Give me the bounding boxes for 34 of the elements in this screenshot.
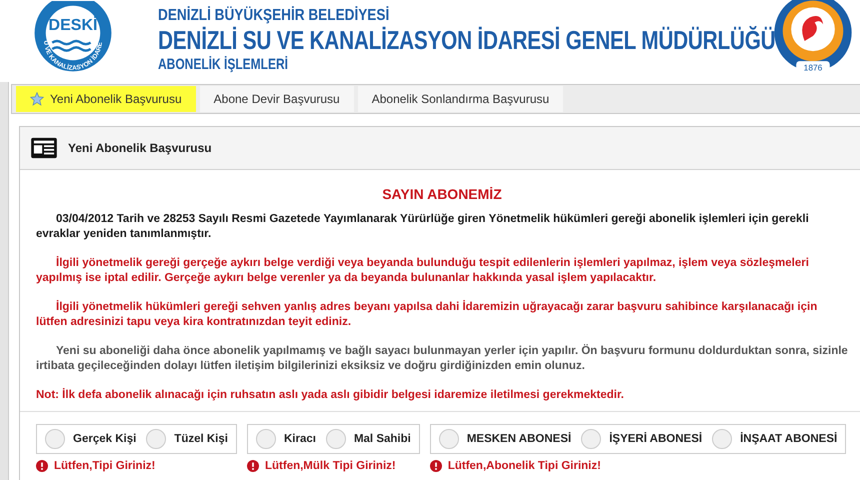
radio-button[interactable] — [146, 429, 166, 449]
error-icon — [246, 460, 259, 472]
notice-paragraph: İlgili yönetmelik gereği gerçeğe aykırı belge verdiği veya beyanda bulunduğu tespit edilenlerin işlemleri yapılmaz, işlem veya sözleşmeleri yapılmış ise iptal edilir. Gerçeğe aykırı belge verenler ya da beyanda bulunanlar hakkında yasal işlem yapılacaktır. — [36, 256, 810, 286]
tab[interactable]: Abone Devir Başvurusu — [200, 86, 354, 112]
radio-label: Gerçek Kişi — [73, 433, 136, 445]
notice-heading: SAYIN ABONEMİZ — [381, 186, 503, 202]
notice-paragraph: 03/04/2012 Tarih ve 28253 Sayılı Resmi Gazetede Yayımlanarak Yürürlüğe giren Yönetmelik hükümleri gereği abonelik işlemleri için gerekli evraklar yeniden tanımlanmıştır. — [36, 212, 810, 242]
radio-label: Mal Sahibi — [354, 433, 411, 445]
radio-label: İŞYERİ ABONESİ — [609, 433, 702, 445]
newspaper-icon — [30, 137, 58, 159]
page-subtitle: ABONELİK İŞLEMLERİ — [158, 55, 288, 75]
radio-button[interactable] — [712, 429, 732, 449]
radio-button[interactable] — [326, 429, 346, 449]
error-icon — [430, 460, 442, 472]
tab[interactable]: Abonelik Sonlandırma Başvurusu — [358, 86, 564, 112]
panel-title: Yeni Abonelik Başvurusu — [68, 141, 212, 155]
tab[interactable]: Yeni Abonelik Başvurusu — [16, 86, 196, 112]
notice-paragraph: Yeni su aboneliği daha önce abonelik yapılmamış ve bağlı sayacı bulunmayan yerler için yapılır. Ön başvuru formunu doldurduktan sonra, sizinle irtibata geçileceğinden dolayı lütfen iletişim bilgilerinizi eksiksiz ve doğru girdiğinizden emin olunuz. — [36, 344, 848, 374]
error-message: Lütfen,Tipi Giriniz! — [54, 460, 156, 472]
radio-button[interactable] — [256, 429, 276, 449]
star-icon — [30, 92, 44, 106]
notice-paragraph: İlgili yönetmelik hükümleri gereği sehven yanlış adres beyanı yapılsa dahi İdaremizin uğrayacağı zarar başvuru sahibince karşılanacağı için lütfen adresinizi tapu veya kira kontratınızdan teyit ediniz. — [36, 300, 818, 330]
radio-button[interactable] — [438, 429, 459, 449]
error-message: Lütfen,Abonelik Tipi Giriniz! — [448, 460, 601, 472]
error-icon — [36, 460, 48, 472]
radio-label: İNŞAAT ABONESİ — [740, 433, 838, 445]
notice-paragraph: Not: İlk defa abonelik alınacağı için ruhsatın aslı yada aslı gibidir belgesi idaremize iletilmesi gerekmektedir. — [36, 388, 625, 403]
radio-button[interactable] — [45, 429, 65, 449]
radio-label: Kiracı — [284, 433, 316, 445]
radio-label: MESKEN ABONESİ — [466, 433, 572, 445]
radio-label: Tüzel Kişi — [174, 433, 228, 445]
organization-title: DENİZLİ BÜYÜKŞEHİR BELEDİYESİ — [158, 7, 390, 25]
error-message: Lütfen,Mülk Tipi Giriniz! — [264, 460, 396, 472]
radio-button[interactable] — [581, 429, 602, 449]
